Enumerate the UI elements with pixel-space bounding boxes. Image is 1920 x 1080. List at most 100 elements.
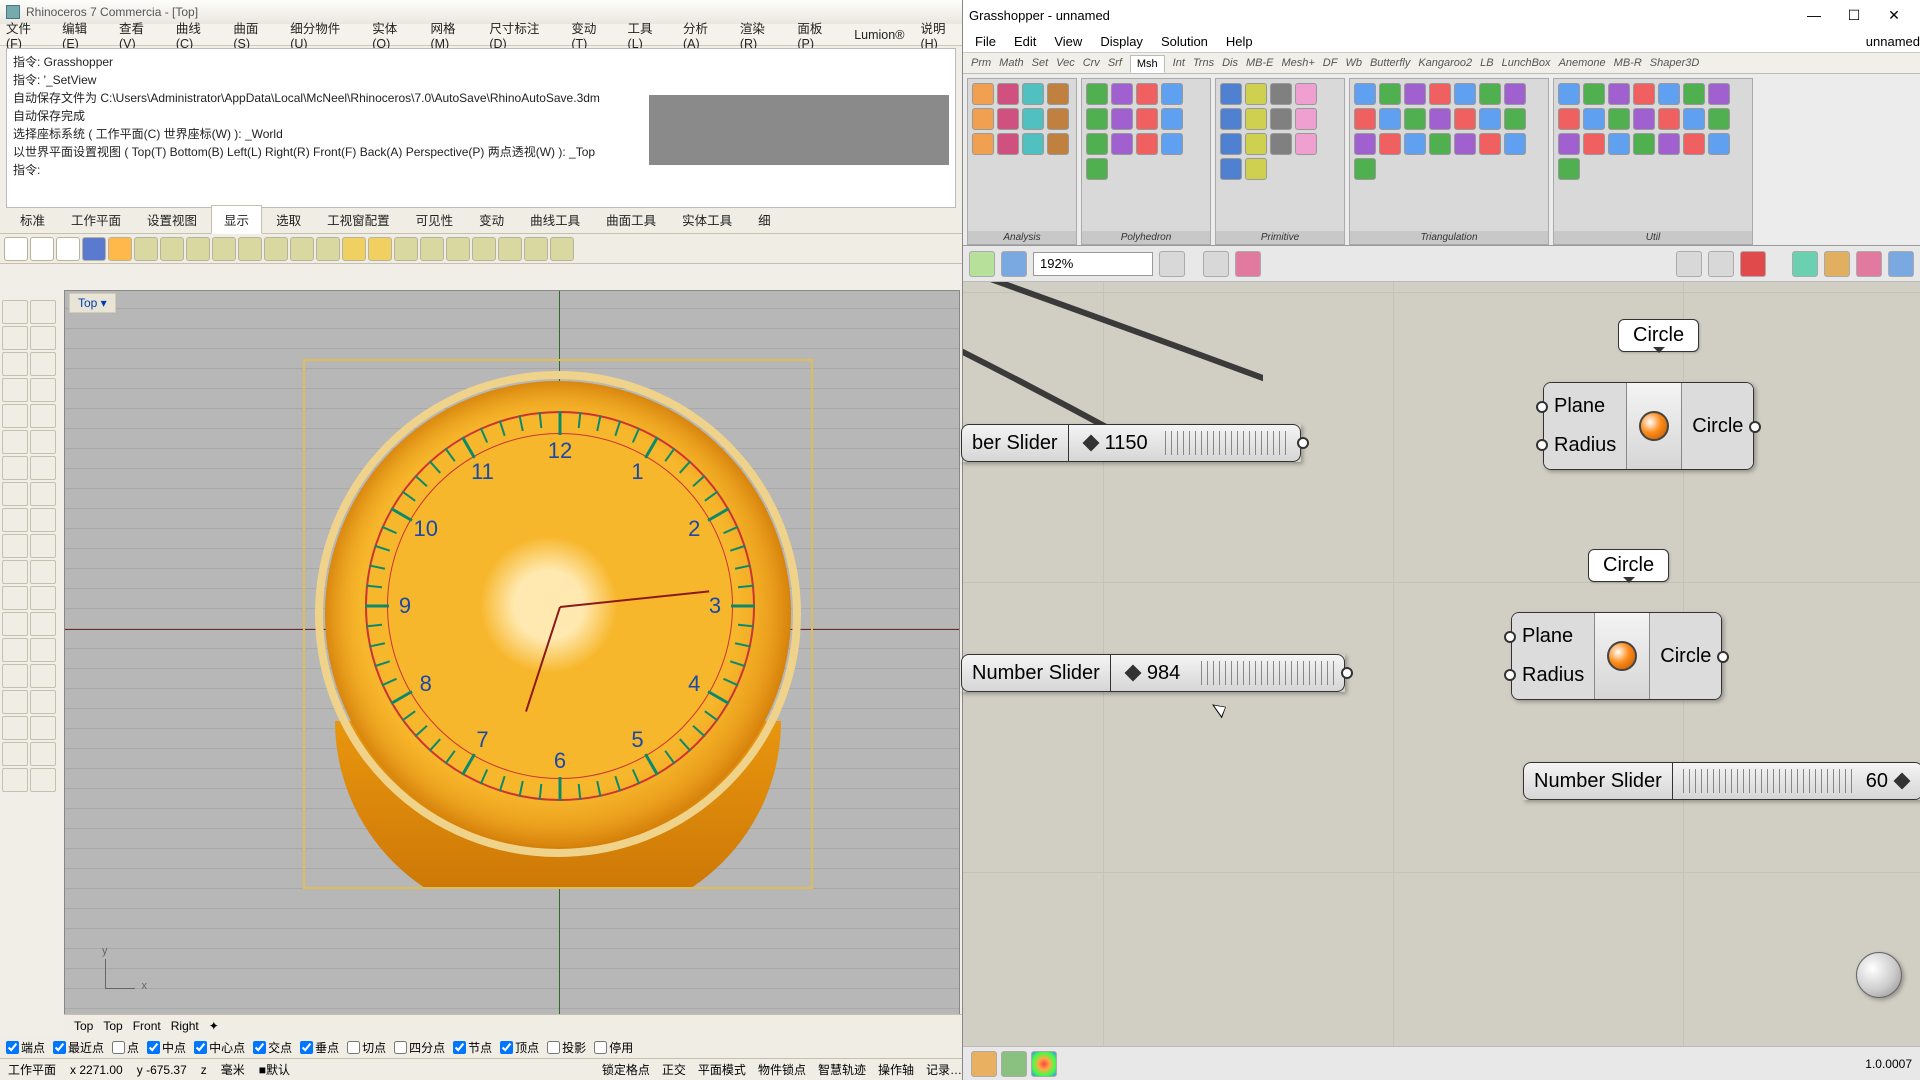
tool-icon[interactable] bbox=[30, 300, 56, 324]
component-icon[interactable] bbox=[1633, 133, 1655, 155]
osnap-checkbox[interactable] bbox=[300, 1041, 313, 1054]
number-slider[interactable]: Number Slider 984 bbox=[961, 654, 1345, 692]
tool-icon[interactable] bbox=[2, 586, 28, 610]
tool-icon[interactable] bbox=[30, 404, 56, 428]
tool-icon[interactable] bbox=[30, 534, 56, 558]
component-icon[interactable] bbox=[1608, 108, 1630, 130]
toolbar-icon[interactable] bbox=[368, 237, 392, 261]
tool-icon[interactable] bbox=[2, 768, 28, 792]
osnap-checkbox[interactable] bbox=[547, 1041, 560, 1054]
component-icon[interactable] bbox=[1404, 108, 1426, 130]
tool-icon[interactable] bbox=[30, 352, 56, 376]
menu-item[interactable]: Help bbox=[1226, 34, 1253, 49]
component-icon[interactable] bbox=[1454, 133, 1476, 155]
component-icon[interactable] bbox=[1404, 83, 1426, 105]
tool-icon[interactable] bbox=[30, 690, 56, 714]
circle-component[interactable]: Plane Radius Circle bbox=[1543, 382, 1754, 470]
osnap-checkbox[interactable] bbox=[594, 1041, 607, 1054]
tool-icon[interactable] bbox=[30, 586, 56, 610]
toolbar-icon[interactable] bbox=[108, 237, 132, 261]
component-icon[interactable] bbox=[1429, 108, 1451, 130]
view-tab[interactable]: Right bbox=[171, 1019, 199, 1033]
menu-item[interactable]: Lumion® bbox=[854, 28, 904, 42]
component-icon[interactable] bbox=[997, 133, 1019, 155]
component-icon[interactable] bbox=[1354, 108, 1376, 130]
toolbar-icon[interactable] bbox=[316, 237, 340, 261]
osnap-checkbox[interactable] bbox=[394, 1041, 407, 1054]
component-icon[interactable] bbox=[1608, 133, 1630, 155]
component-icon[interactable] bbox=[1220, 133, 1242, 155]
tool-icon[interactable] bbox=[2, 326, 28, 350]
component-icon[interactable] bbox=[1454, 108, 1476, 130]
component-icon[interactable] bbox=[1479, 83, 1501, 105]
menu-item[interactable]: 变动(T) bbox=[571, 18, 611, 51]
toolbar-icon[interactable] bbox=[342, 237, 366, 261]
osnap-checkbox[interactable] bbox=[147, 1041, 160, 1054]
shelf-label[interactable]: Analysis bbox=[968, 231, 1076, 244]
tool-icon[interactable] bbox=[2, 430, 28, 454]
tool-icon[interactable] bbox=[2, 560, 28, 584]
shelf-label[interactable]: Primitive bbox=[1216, 231, 1344, 244]
component-icon[interactable] bbox=[1220, 158, 1242, 180]
component-icon[interactable] bbox=[1354, 83, 1376, 105]
component-icon[interactable] bbox=[1161, 108, 1183, 130]
component-icon[interactable] bbox=[1136, 83, 1158, 105]
status-toggle[interactable]: 记录… bbox=[926, 1061, 962, 1078]
tool-icon[interactable] bbox=[2, 508, 28, 532]
output-circle[interactable]: Circle bbox=[1692, 415, 1743, 438]
tool-icon[interactable] bbox=[30, 638, 56, 662]
component-icon[interactable] bbox=[1708, 133, 1730, 155]
component-icon[interactable] bbox=[1504, 133, 1526, 155]
toolbar-icon[interactable] bbox=[264, 237, 288, 261]
component-icon[interactable] bbox=[1429, 83, 1451, 105]
input-plane[interactable]: Plane bbox=[1554, 395, 1616, 418]
component-icon[interactable] bbox=[1270, 83, 1292, 105]
gh-component-shelf[interactable]: AnalysisPolyhedronPrimitiveTriangulation… bbox=[963, 74, 1920, 246]
panel-label-circle[interactable]: Circle bbox=[1618, 319, 1699, 352]
menu-item[interactable]: 尺寸标注(D) bbox=[489, 18, 555, 51]
status-toggle[interactable]: 锁定格点 bbox=[602, 1061, 650, 1078]
zoom-extents-icon[interactable] bbox=[1159, 251, 1185, 277]
category-tab[interactable]: Math bbox=[999, 57, 1023, 69]
component-icon[interactable] bbox=[997, 83, 1019, 105]
component-icon[interactable] bbox=[1086, 108, 1108, 130]
panel-label-circle[interactable]: Circle bbox=[1588, 549, 1669, 582]
toolbar-icon[interactable] bbox=[134, 237, 158, 261]
circle-component[interactable]: Plane Radius Circle bbox=[1511, 612, 1722, 700]
rhino-toolbar-tabs[interactable]: 标准工作平面设置视图显示选取工视窗配置可见性变动曲线工具曲面工具实体工具细 bbox=[0, 208, 962, 234]
category-tab[interactable]: Crv bbox=[1083, 57, 1100, 69]
category-tab[interactable]: MB-E bbox=[1246, 57, 1274, 69]
toolbar-icon[interactable] bbox=[186, 237, 210, 261]
maximize-button[interactable]: ☐ bbox=[1834, 2, 1874, 28]
osnap-checkbox[interactable] bbox=[347, 1041, 360, 1054]
osnap-checkbox[interactable] bbox=[194, 1041, 207, 1054]
tool-icon[interactable] bbox=[30, 430, 56, 454]
canvas-compass-icon[interactable] bbox=[1856, 952, 1902, 998]
toolbar-icon[interactable] bbox=[212, 237, 236, 261]
menu-item[interactable]: 渲染(R) bbox=[740, 18, 782, 51]
tool-icon[interactable] bbox=[30, 612, 56, 636]
toolbar-tab[interactable]: 选取 bbox=[264, 206, 313, 233]
component-icon[interactable] bbox=[1658, 108, 1680, 130]
display-mode-selected-icon[interactable] bbox=[1740, 251, 1766, 277]
component-icon[interactable] bbox=[1295, 133, 1317, 155]
status-toggle[interactable]: 平面模式 bbox=[698, 1061, 746, 1078]
category-tab[interactable]: Int bbox=[1173, 57, 1185, 69]
tool-icon[interactable] bbox=[30, 742, 56, 766]
component-icon[interactable] bbox=[1558, 133, 1580, 155]
footer-icon[interactable] bbox=[971, 1051, 997, 1077]
grip-icon[interactable] bbox=[1504, 631, 1516, 643]
rhino-command-history[interactable]: 指令: Grasshopper指令: '_SetView自动保存文件为 C:\U… bbox=[6, 48, 956, 208]
zoom-field[interactable] bbox=[1033, 252, 1153, 276]
status-toggle[interactable]: 智慧轨迹 bbox=[818, 1061, 866, 1078]
component-icon[interactable] bbox=[972, 108, 994, 130]
category-tab[interactable]: Shaper3D bbox=[1650, 57, 1700, 69]
menu-item[interactable]: 细分物件(U) bbox=[290, 18, 356, 51]
tool-icon[interactable] bbox=[2, 638, 28, 662]
menu-item[interactable]: Solution bbox=[1161, 34, 1208, 49]
menu-item[interactable]: Display bbox=[1100, 34, 1143, 49]
category-tab[interactable]: Msh bbox=[1130, 55, 1165, 73]
toolbar-icon[interactable] bbox=[420, 237, 444, 261]
tool-icon[interactable] bbox=[30, 508, 56, 532]
component-icon[interactable] bbox=[1379, 108, 1401, 130]
